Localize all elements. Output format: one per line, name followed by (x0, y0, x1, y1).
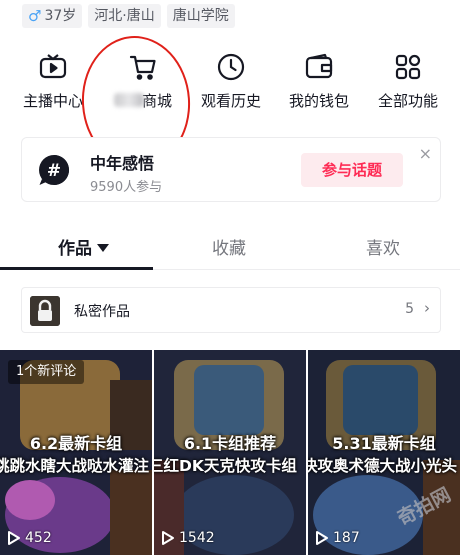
tab-likes[interactable]: 喜欢 (366, 234, 400, 259)
play-icon (316, 531, 328, 545)
lock-icon (30, 296, 60, 326)
video-thumbnail[interactable]: 5.31最新卡组 快攻奥术德大战小光头 187 (308, 350, 460, 555)
male-icon: ♂ (28, 7, 42, 25)
grid-icon (395, 54, 421, 80)
feature-wallet[interactable]: 我的钱包 (271, 52, 367, 111)
clock-icon (217, 53, 245, 81)
tab-label: 作品 (58, 239, 92, 259)
feature-label: 观看历史 (200, 92, 261, 110)
play-count-value: 1542 (179, 530, 215, 546)
topic-card[interactable]: # 中年感悟 9590人参与 参与话题 × (21, 137, 441, 202)
video-thumbnail[interactable]: 6.1卡组推荐 三红DK天克快攻卡组 1542 (154, 350, 306, 555)
video-title-line1: 6.2最新卡组 (29, 434, 123, 453)
private-works-row[interactable]: 私密作品 5 › (21, 287, 441, 333)
profile-tags: ♂ 37岁 河北·唐山 唐山学院 (22, 4, 235, 28)
play-count: 452 (7, 530, 52, 546)
video-title-line2: 三红DK天克快攻卡组 (154, 457, 297, 475)
school-tag: 唐山学院 (166, 4, 235, 28)
location-label: 河北·唐山 (94, 8, 155, 24)
feature-mall[interactable]: 商城 (95, 52, 191, 111)
video-title-line1: 6.1卡组推荐 (183, 434, 277, 453)
video-title-line2: 快攻奥术德大战小光头 (308, 457, 458, 475)
tab-label: 喜欢 (366, 239, 400, 259)
active-tab-indicator (0, 267, 153, 270)
svg-text:#: # (47, 161, 61, 181)
feature-label-wrap: 商城 (95, 90, 191, 111)
feature-all[interactable]: 全部功能 (360, 52, 456, 111)
caret-down-icon[interactable] (97, 244, 109, 252)
join-topic-button[interactable]: 参与话题 (301, 153, 403, 187)
topic-title: 中年感悟 (90, 154, 155, 173)
play-count-value: 452 (25, 530, 52, 546)
age-gender-tag: ♂ 37岁 (22, 4, 83, 28)
play-count-value: 187 (333, 530, 360, 546)
video-thumbnail[interactable]: 1个新评论 6.2最新卡组 跳跳水瞎大战哒水灌注 452 (0, 350, 152, 555)
blurred-text (113, 93, 144, 107)
private-works-count: 5 (405, 301, 414, 317)
school-label: 唐山学院 (172, 8, 229, 24)
tab-favorites[interactable]: 收藏 (212, 234, 246, 259)
feature-row: 主播中心 商城 观看历史 我的钱包 全部功能 (0, 52, 460, 116)
wallet-icon (305, 53, 333, 79)
content-tabs: 作品 收藏 喜欢 (0, 222, 460, 270)
video-title-line1: 5.31最新卡组 (332, 434, 436, 453)
feature-label: 全部功能 (377, 92, 438, 110)
play-icon (162, 531, 174, 545)
play-icon (8, 531, 20, 545)
tab-works[interactable]: 作品 (58, 234, 109, 259)
tab-label: 收藏 (212, 239, 246, 259)
feature-label: 商城 (141, 92, 172, 110)
new-comment-badge: 1个新评论 (8, 360, 85, 384)
location-tag: 河北·唐山 (88, 4, 161, 28)
feature-label: 我的钱包 (288, 92, 349, 110)
topic-participants: 9590人参与 (90, 180, 163, 195)
feature-label: 主播中心 (22, 92, 83, 110)
feature-streamer-center[interactable]: 主播中心 (5, 52, 101, 111)
play-count: 1542 (161, 530, 215, 546)
age-label: 37岁 (44, 8, 77, 24)
play-count: 187 (315, 530, 360, 546)
feature-watch-history[interactable]: 观看历史 (183, 52, 279, 111)
close-icon[interactable]: × (419, 144, 432, 163)
tv-icon (39, 54, 67, 79)
cart-icon (129, 55, 156, 80)
hashtag-icon: # (39, 154, 70, 185)
video-title-line2: 跳跳水瞎大战哒水灌注 (0, 457, 150, 475)
video-grid: 1个新评论 6.2最新卡组 跳跳水瞎大战哒水灌注 452 6.1卡组推荐 三红D… (0, 350, 460, 555)
private-works-label: 私密作品 (74, 304, 130, 320)
chevron-right-icon: › (424, 299, 430, 317)
